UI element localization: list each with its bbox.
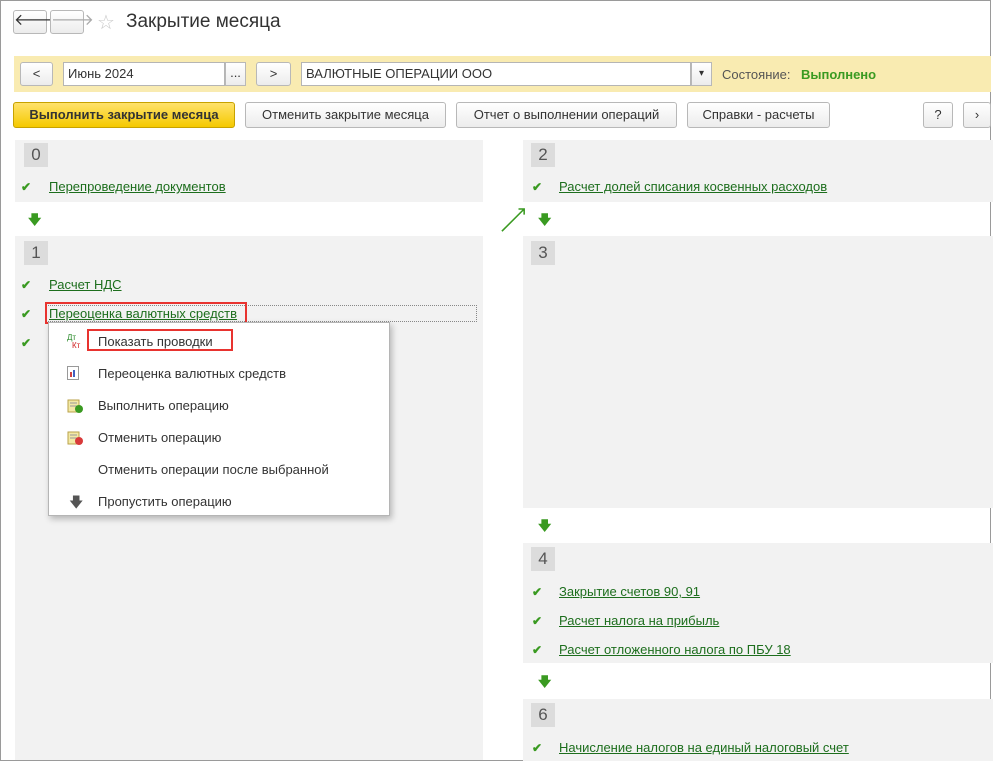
period-picker-button[interactable]: ...: [225, 62, 246, 86]
check-icon: ✔: [532, 585, 543, 599]
page-title: Закрытие месяца: [126, 11, 281, 32]
execute-icon: [67, 398, 83, 414]
stage-6-number: 6: [531, 703, 555, 727]
back-button[interactable]: 🡐: [13, 10, 57, 34]
cancel-close-month-button[interactable]: Отменить закрытие месяца: [245, 102, 446, 128]
operations-report-button[interactable]: Отчет о выполнении операций: [456, 102, 677, 128]
favorite-star-icon[interactable]: ☆: [97, 10, 115, 35]
check-icon: ✔: [532, 180, 543, 194]
cancel-operation-icon: [67, 430, 83, 446]
organization-input[interactable]: ВАЛЮТНЫЕ ОПЕРАЦИИ ООО: [301, 62, 691, 86]
down-arrow-icon: 🡇: [538, 674, 552, 689]
check-icon: ✔: [532, 643, 543, 657]
organization-dropdown-button[interactable]: ▾: [691, 62, 712, 86]
next-period-button[interactable]: >: [256, 62, 291, 86]
stage-1-number: 1: [24, 241, 48, 265]
operation-link[interactable]: Расчет отложенного налога по ПБУ 18: [559, 642, 791, 657]
menu-item-revaluation-report[interactable]: Переоценка валютных средств: [49, 360, 389, 388]
stage-3-panel: [523, 236, 993, 508]
status-label: Состояние:: [722, 67, 791, 82]
menu-item-cancel-operation[interactable]: Отменить операцию: [49, 424, 389, 452]
more-button[interactable]: ›: [963, 102, 991, 128]
close-month-button[interactable]: Выполнить закрытие месяца: [13, 102, 235, 128]
menu-item-execute[interactable]: Выполнить операцию: [49, 392, 389, 420]
down-arrow-icon: 🡇: [28, 212, 42, 227]
check-icon: ✔: [21, 180, 32, 194]
check-pencil-icon: ✔: [21, 278, 32, 292]
operation-link[interactable]: Перепроведение документов: [49, 179, 226, 194]
status-value: Выполнено: [801, 67, 877, 82]
help-calculations-button[interactable]: Справки - расчеты: [687, 102, 830, 128]
help-button[interactable]: ?: [923, 102, 953, 128]
operation-link[interactable]: Расчет долей списания косвенных расходов: [559, 179, 827, 194]
stage-3-number: 3: [531, 241, 555, 265]
stage-0-number: 0: [24, 143, 48, 167]
stage-2-number: 2: [531, 143, 555, 167]
down-arrow-icon: 🡇: [538, 518, 552, 533]
context-menu: Дт Кт Показать проводки Переоценка валют…: [48, 322, 390, 516]
check-icon: ✔: [21, 336, 32, 350]
operation-link[interactable]: Начисление налогов на единый налоговый с…: [559, 740, 849, 755]
highlight-box: [87, 329, 233, 351]
check-icon: ✔: [532, 741, 543, 755]
dt-kt-icon: Дт Кт: [67, 333, 81, 350]
operation-link[interactable]: Расчет НДС: [49, 277, 122, 292]
report-icon: [67, 366, 83, 382]
forward-button[interactable]: 🡒: [50, 10, 94, 34]
menu-item-cancel-after-selected[interactable]: Отменить операции после выбранной: [49, 456, 389, 484]
highlight-box: [45, 302, 247, 324]
period-input[interactable]: Июнь 2024: [63, 62, 225, 86]
operation-link[interactable]: Расчет налога на прибыль: [559, 613, 719, 628]
check-icon: ✔: [532, 614, 543, 628]
down-arrow-icon: 🡇: [538, 212, 552, 227]
prev-period-button[interactable]: <: [20, 62, 53, 86]
forward-arrow-icon: 🡒: [51, 12, 94, 29]
skip-arrow-icon: 🡇: [69, 494, 84, 510]
chevron-down-icon: ▾: [698, 68, 705, 79]
menu-item-skip-operation[interactable]: 🡇 Пропустить операцию: [49, 488, 389, 516]
check-icon: ✔: [21, 307, 32, 321]
stage-4-number: 4: [531, 547, 555, 571]
operation-link[interactable]: Закрытие счетов 90, 91: [559, 584, 700, 599]
